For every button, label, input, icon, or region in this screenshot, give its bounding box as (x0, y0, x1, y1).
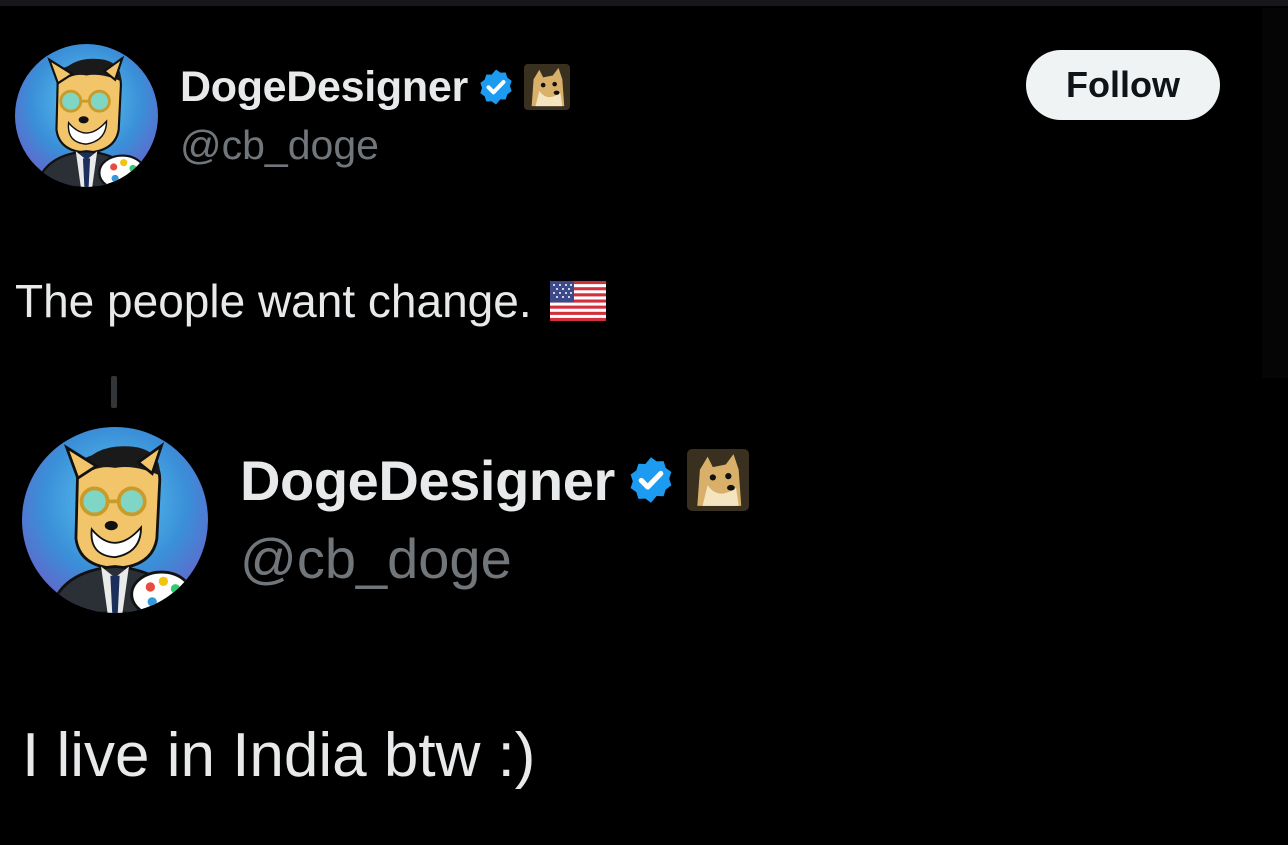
tweet-text: I live in India btw :) (22, 721, 536, 790)
scrollbar-track (1262, 8, 1288, 378)
avatar[interactable] (22, 427, 208, 613)
author-name[interactable]: DogeDesigner (180, 63, 468, 112)
verified-badge-icon (476, 67, 516, 107)
tweet-text: The people want change. (15, 275, 532, 327)
tweet-body: The people want change. (15, 268, 606, 334)
thread-connector-line (111, 376, 117, 408)
author-name[interactable]: DogeDesigner (240, 448, 615, 513)
doge-icon (686, 449, 749, 511)
author-handle[interactable]: @cb_doge (180, 122, 379, 169)
doge-icon (523, 64, 570, 110)
avatar[interactable] (15, 44, 158, 187)
verified-badge-icon (625, 454, 677, 506)
author-handle[interactable]: @cb_doge (240, 526, 512, 591)
follow-button[interactable]: Follow (1026, 50, 1220, 120)
top-divider (0, 0, 1288, 6)
author-name-row: DogeDesigner (180, 58, 570, 116)
us-flag-icon (549, 281, 606, 321)
author-name-row: DogeDesigner (240, 442, 749, 518)
